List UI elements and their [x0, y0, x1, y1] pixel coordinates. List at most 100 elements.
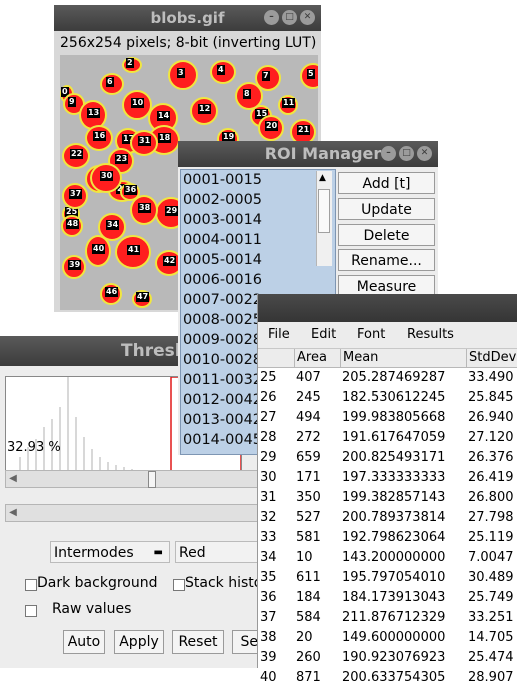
scrollbar-thumb[interactable] [318, 189, 330, 233]
column-header-index[interactable] [258, 349, 294, 367]
table-row[interactable]: 33 581 192.798623064 25.119 [258, 528, 517, 548]
lower-slider-thumb[interactable] [148, 471, 156, 488]
results-titlebar[interactable] [258, 294, 517, 322]
roi-list-item[interactable]: 0006-0016 [181, 270, 335, 290]
cell-mean: 143.200000000 [342, 550, 446, 565]
slider-left-arrow-icon[interactable]: ◀ [6, 471, 20, 487]
results-window: File Edit Font Results Area Mean StdDev … [257, 294, 517, 685]
blob-label: 10 [131, 98, 145, 108]
roi-list-item[interactable]: 0001-0015 [181, 170, 335, 190]
menu-results[interactable]: Results [407, 322, 454, 348]
table-row[interactable]: 35 611 195.797054010 30.489 [258, 568, 517, 588]
table-row[interactable]: 37 584 211.876712329 33.251 [258, 608, 517, 628]
cell-stddev: 25.474 [468, 650, 514, 665]
table-row[interactable]: 26 245 182.530612245 25.845 [258, 388, 517, 408]
blob-label: 20 [265, 121, 279, 131]
table-row[interactable]: 27 494 199.983805668 26.940 [258, 408, 517, 428]
cell-index: 34 [260, 550, 277, 565]
table-row[interactable]: 31 350 199.382857143 26.800 [258, 488, 517, 508]
roi-list-item[interactable]: 0003-0014 [181, 210, 335, 230]
raw-values-checkbox[interactable] [25, 605, 37, 617]
roi-list-item[interactable]: 0005-0014 [181, 250, 335, 270]
cell-index: 40 [260, 670, 277, 685]
cell-stddev: 28.907 [468, 670, 514, 685]
roi-title: ROI Manager [264, 144, 382, 163]
minimize-icon[interactable]: – [381, 146, 396, 161]
cell-stddev: 27.798 [468, 510, 514, 525]
blob-label: 30 [100, 171, 114, 181]
column-header-stddev[interactable]: StdDev [466, 349, 517, 367]
minimize-icon[interactable]: – [264, 10, 279, 25]
table-row[interactable]: 39 260 190.923076923 25.474 [258, 648, 517, 668]
table-row[interactable]: 40 871 200.633754305 28.907 [258, 668, 517, 688]
table-row[interactable]: 30 171 197.333333333 26.419 [258, 468, 517, 488]
apply-button[interactable]: Apply [114, 630, 164, 654]
cell-area: 584 [296, 610, 321, 625]
close-icon[interactable]: ✕ [417, 146, 432, 161]
cell-mean: 205.287469287 [342, 370, 446, 385]
add-roi-button[interactable]: Add [t] [338, 172, 435, 194]
cell-mean: 197.333333333 [342, 470, 446, 485]
reset-button[interactable]: Reset [172, 630, 224, 654]
table-row[interactable]: 32 527 200.789373814 27.798 [258, 508, 517, 528]
roi-list-item[interactable]: 0002-0005 [181, 190, 335, 210]
column-header-mean[interactable]: Mean [340, 349, 466, 367]
table-row[interactable]: 34 10 143.200000000 7.0047 [258, 548, 517, 568]
cell-area: 20 [296, 630, 313, 645]
cell-index: 37 [260, 610, 277, 625]
cell-index: 32 [260, 510, 277, 525]
blob-label: 36 [124, 185, 138, 195]
blob-label: 22 [70, 149, 84, 159]
blob-label: 46 [105, 287, 119, 297]
roi-list-scrollbar[interactable]: ▲ [316, 171, 332, 266]
table-row[interactable]: 38 20 149.600000000 14.705 [258, 628, 517, 648]
table-row[interactable]: 29 659 200.825493171 26.376 [258, 448, 517, 468]
blob-label: 13 [87, 108, 101, 118]
blob-label: 34 [106, 220, 120, 230]
slider-left-arrow-icon[interactable]: ◀ [6, 505, 20, 521]
cell-mean: 199.382857143 [342, 490, 446, 505]
menu-file[interactable]: File [268, 322, 290, 348]
table-row[interactable]: 28 272 191.617647059 27.120 [258, 428, 517, 448]
menu-edit[interactable]: Edit [311, 322, 336, 348]
maximize-icon[interactable]: □ [282, 10, 297, 25]
auto-button[interactable]: Auto [63, 630, 105, 654]
cell-area: 10 [296, 550, 313, 565]
cell-area: 184 [296, 590, 321, 605]
table-row[interactable]: 36 184 184.173913043 25.749 [258, 588, 517, 608]
table-row[interactable]: 25 407 205.287469287 33.490 [258, 368, 517, 388]
display-mode-select[interactable]: Red [175, 541, 262, 563]
roi-titlebar[interactable]: ROI Manager – □ ✕ [178, 141, 438, 167]
blobs-titlebar[interactable]: blobs.gif – □ ✕ [54, 5, 321, 31]
cell-mean: 192.798623064 [342, 530, 446, 545]
upper-threshold-slider[interactable]: ◀ [5, 504, 259, 522]
maximize-icon[interactable]: □ [399, 146, 414, 161]
close-icon[interactable]: ✕ [300, 10, 315, 25]
cell-area: 581 [296, 530, 321, 545]
cell-index: 30 [260, 470, 277, 485]
blob-label: 21 [297, 125, 311, 135]
cell-index: 28 [260, 430, 277, 445]
cell-stddev: 14.705 [468, 630, 514, 645]
lower-threshold-slider[interactable]: ◀ [5, 470, 259, 488]
menu-font[interactable]: Font [357, 322, 385, 348]
cell-area: 245 [296, 390, 321, 405]
stack-histogram-checkbox[interactable] [173, 579, 185, 591]
roi-list-item[interactable]: 0004-0011 [181, 230, 335, 250]
cell-area: 171 [296, 470, 321, 485]
column-header-area[interactable]: Area [294, 349, 340, 367]
scroll-up-arrow-icon[interactable]: ▲ [319, 173, 326, 183]
cell-mean: 195.797054010 [342, 570, 446, 585]
blob-label: 14 [157, 111, 171, 121]
cell-mean: 199.983805668 [342, 410, 446, 425]
update-roi-button[interactable]: Update [338, 198, 435, 220]
delete-roi-button[interactable]: Delete [338, 224, 435, 246]
rename-roi-button[interactable]: Rename... [338, 249, 435, 271]
cell-stddev: 25.119 [468, 530, 514, 545]
blob-label: 11 [282, 98, 296, 108]
dark-background-checkbox[interactable] [25, 579, 37, 591]
method-select[interactable]: Intermodes ▬ [50, 541, 170, 563]
cell-mean: 182.530612245 [342, 390, 446, 405]
cell-mean: 149.600000000 [342, 630, 446, 645]
cell-area: 611 [296, 570, 321, 585]
